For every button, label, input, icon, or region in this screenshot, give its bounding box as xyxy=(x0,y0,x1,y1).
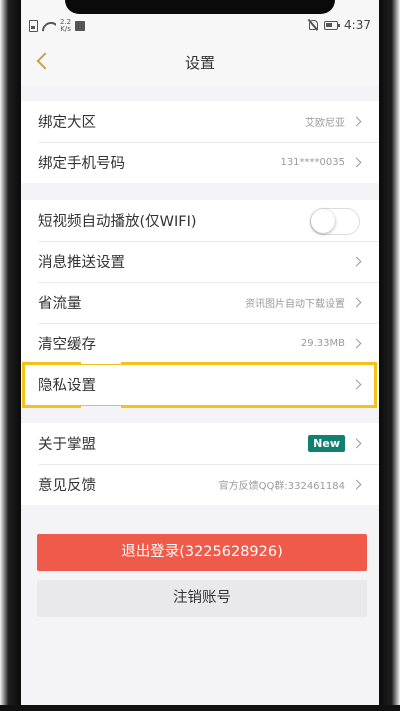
chevron-right-icon xyxy=(351,479,362,490)
chevron-right-icon xyxy=(351,338,362,349)
chevron-right-icon xyxy=(351,116,362,127)
deactivate-account-button[interactable]: 注销账号 xyxy=(37,580,367,617)
privacy-settings-row[interactable]: 隐私设置 xyxy=(21,364,379,405)
privacy-settings-label: 隐私设置 xyxy=(38,378,96,394)
bind-region-value: 艾欧尼亚 xyxy=(305,118,345,129)
bind-phone-row[interactable]: 绑定手机号码 131****0035 xyxy=(21,142,379,183)
phone-frame-bottom xyxy=(0,705,400,711)
chevron-right-icon xyxy=(351,157,362,168)
status-left-group: 2.2 K/s xyxy=(29,19,86,33)
bind-phone-label: 绑定手机号码 xyxy=(38,156,125,172)
camera-notch xyxy=(65,0,335,14)
about-app-row[interactable]: 关于掌盟 New xyxy=(21,423,379,464)
push-settings-label: 消息推送设置 xyxy=(38,255,125,271)
phone-frame-right xyxy=(379,0,400,711)
mute-icon xyxy=(308,19,319,31)
preferences-group: 短视频自动播放(仅WIFI) 消息推送设置 省流量 资讯图片自动下载设置 清空缓… xyxy=(21,200,379,405)
about-app-label: 关于掌盟 xyxy=(38,437,96,453)
wifi-icon xyxy=(42,20,56,32)
chevron-right-icon xyxy=(351,438,362,449)
clear-cache-row[interactable]: 清空缓存 29.33MB xyxy=(21,323,379,364)
status-bar: 2.2 K/s 4:37 xyxy=(21,0,379,38)
video-autoplay-label: 短视频自动播放(仅WIFI) xyxy=(38,214,197,230)
new-badge: New xyxy=(308,435,345,452)
about-group: 关于掌盟 New 意见反馈 官方反馈QQ群:332461184 xyxy=(21,423,379,505)
push-settings-row[interactable]: 消息推送设置 xyxy=(21,241,379,282)
network-speed-unit: K/s xyxy=(60,25,71,33)
status-right-group: 4:37 xyxy=(308,18,371,32)
phone-frame-left xyxy=(0,0,21,711)
feedback-row[interactable]: 意见反馈 官方反馈QQ群:332461184 xyxy=(21,464,379,505)
sim-card-icon xyxy=(29,20,38,32)
logout-button[interactable]: 退出登录(3225628926) xyxy=(37,534,367,571)
battery-icon xyxy=(324,20,341,30)
phone-screen: 2.2 K/s 4:37 设置 绑定大区 艾欧尼亚 绑定手机号码 131****… xyxy=(21,0,379,711)
photo-icon xyxy=(75,21,86,31)
bind-region-label: 绑定大区 xyxy=(38,115,96,131)
toggle-knob xyxy=(311,209,335,233)
chevron-right-icon xyxy=(351,256,362,267)
page-title: 设置 xyxy=(184,54,215,72)
clear-cache-label: 清空缓存 xyxy=(38,337,96,353)
chevron-right-icon xyxy=(351,297,362,308)
feedback-label: 意见反馈 xyxy=(38,478,96,494)
account-group: 绑定大区 艾欧尼亚 绑定手机号码 131****0035 xyxy=(21,101,379,183)
data-saver-row[interactable]: 省流量 资讯图片自动下载设置 xyxy=(21,282,379,323)
bind-phone-value: 131****0035 xyxy=(280,157,345,168)
header-bar: 设置 xyxy=(21,38,379,86)
status-time: 4:37 xyxy=(344,18,371,32)
highlight-gap-top xyxy=(81,360,121,364)
cache-size-value: 29.33MB xyxy=(300,338,345,349)
highlight-gap-bottom xyxy=(81,406,121,410)
feedback-qq-group: 官方反馈QQ群:332461184 xyxy=(218,481,345,492)
network-speed: 2.2 K/s xyxy=(60,19,71,33)
video-autoplay-toggle[interactable] xyxy=(310,208,360,235)
video-autoplay-row: 短视频自动播放(仅WIFI) xyxy=(21,200,379,241)
data-saver-label: 省流量 xyxy=(38,296,82,312)
bind-region-row[interactable]: 绑定大区 艾欧尼亚 xyxy=(21,101,379,142)
chevron-right-icon xyxy=(351,379,362,390)
data-saver-value: 资讯图片自动下载设置 xyxy=(245,299,345,310)
